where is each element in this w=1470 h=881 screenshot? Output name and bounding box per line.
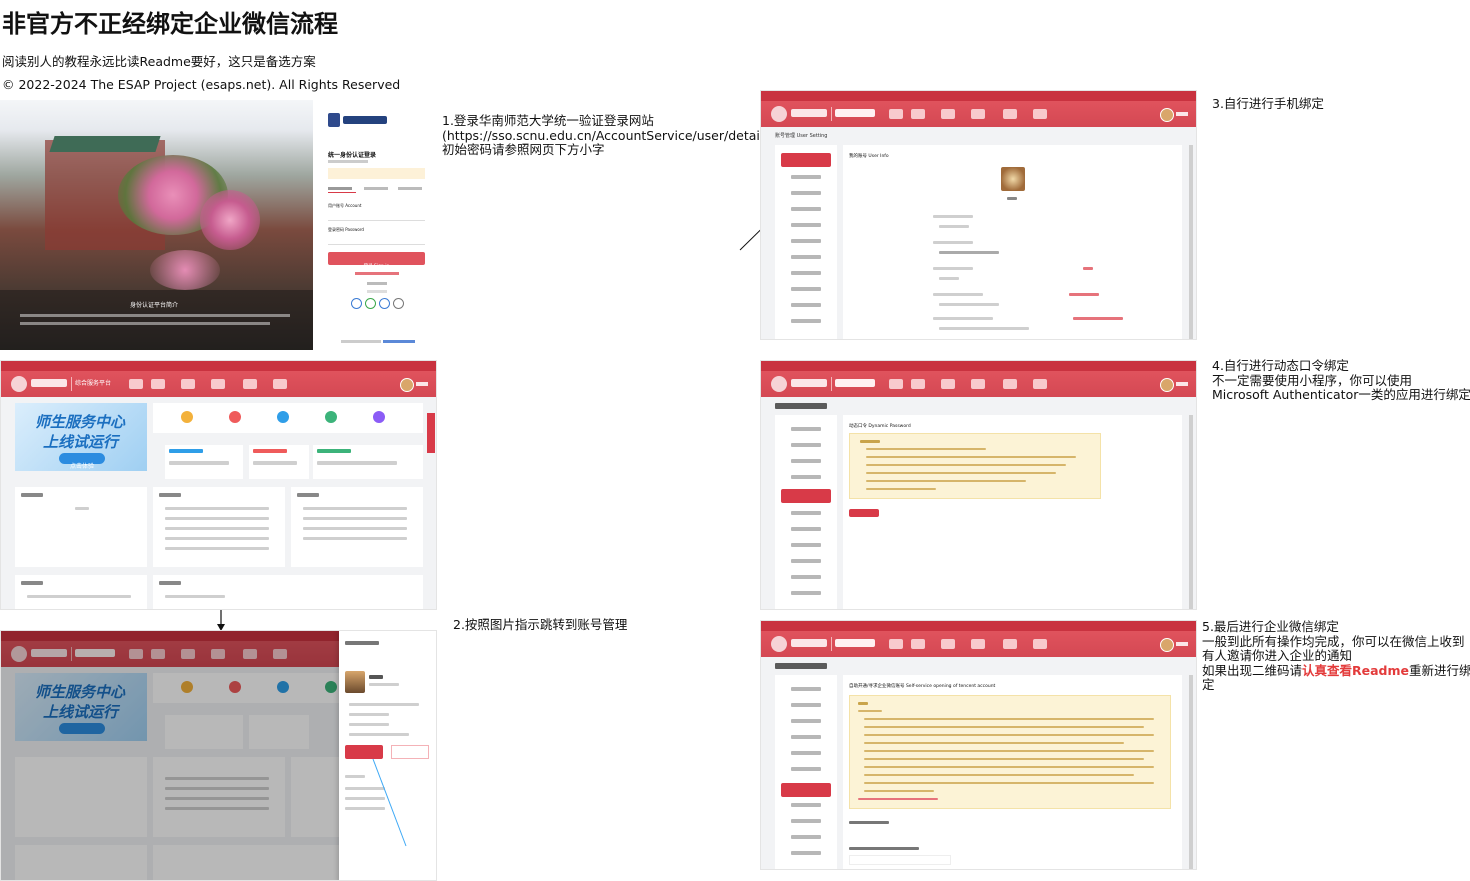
dynamic-password-screenshot: 动态口令 Dynamic Password	[760, 360, 1197, 610]
profile-photo	[1001, 167, 1025, 191]
dynamic-password-heading: 动态口令 Dynamic Password	[849, 424, 911, 429]
sidebar-item-wecom[interactable]	[781, 783, 831, 797]
step4-line2: 不一定需要使用小程序，你可以使用	[1212, 372, 1413, 388]
step5-note: 5.最后进行企业微信绑定 一般到此所有操作均完成，你可以在微信上收到 有人邀请你…	[1202, 619, 1470, 693]
wecom-input[interactable]	[849, 855, 951, 865]
account-setting-title: 账号管理 User Setting	[775, 133, 828, 139]
step5-line1: 5.最后进行企业微信绑定	[1202, 619, 1339, 634]
step5-line4: 如果出现二维码请认真查看Readme重新进行绑	[1202, 662, 1470, 679]
wecom-binding-screenshot: 自助开通/寻求企业微信账号 Self-service opening of te…	[760, 620, 1197, 870]
portal-dropdown-screenshot: 师生服务中心 上线试运行	[0, 630, 437, 881]
step5-line3: 有人邀请你进入企业的通知	[1202, 648, 1353, 664]
step4-line1: 4.自行进行动态口令绑定	[1212, 358, 1349, 373]
step3-note: 3.自行进行手机绑定	[1212, 96, 1324, 112]
step4-line3: Microsoft Authenticator一类的应用进行绑定操作	[1212, 387, 1470, 403]
sidebar-item-my-account[interactable]	[781, 153, 831, 167]
sidebar-item-dynamic-password[interactable]	[781, 489, 831, 503]
my-account-heading: 我的账号 User Info	[849, 154, 889, 159]
step5-line4-prefix: 如果出现二维码请	[1202, 662, 1303, 678]
bind-dynamic-password-button[interactable]	[849, 509, 879, 517]
step3-line1: 3.自行进行手机绑定	[1212, 96, 1324, 111]
step4-note: 4.自行进行动态口令绑定 不一定需要使用小程序，你可以使用 Microsoft …	[1212, 358, 1470, 403]
step5-line2: 一般到此所有操作均完成，你可以在微信上收到	[1202, 633, 1465, 649]
step5-line4-suffix: 重新进行绑	[1409, 662, 1470, 678]
readme-highlight: 认真查看Readme	[1302, 662, 1410, 678]
account-info-screenshot: 账号管理 User Setting 我的账号 User Info	[760, 90, 1197, 340]
wecom-heading: 自助开通/寻求企业微信账号 Self-service opening of te…	[849, 684, 996, 689]
step5-line5: 定	[1202, 677, 1215, 693]
step2-note: 2.按照图片指示跳转到账号管理	[453, 617, 628, 633]
step2-line1: 2.按照图片指示跳转到账号管理	[453, 617, 628, 632]
